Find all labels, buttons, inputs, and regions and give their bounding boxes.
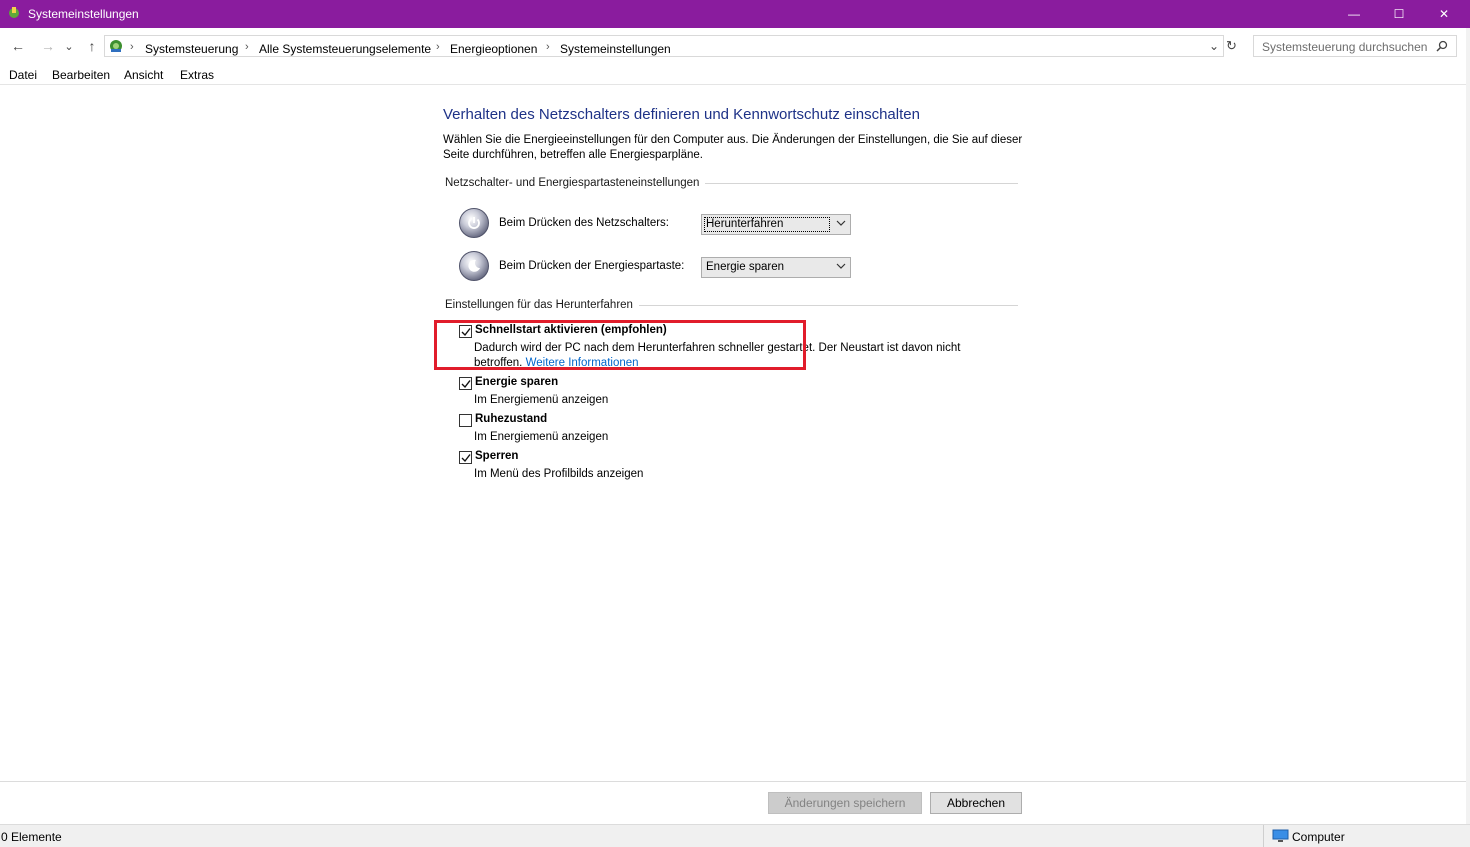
sleep-menu-title[interactable]: Energie sparen — [475, 376, 558, 388]
breadcrumb-separator-icon: › — [245, 41, 249, 53]
breadcrumb-systemsteuerung[interactable]: Systemsteuerung — [145, 42, 238, 56]
sleep-button-action-value: Energie sparen — [706, 261, 784, 273]
status-bar: 0 Elemente Computer — [0, 824, 1470, 847]
forward-arrow-icon: → — [41, 38, 55, 54]
save-changes-button[interactable]: Änderungen speichern — [768, 792, 922, 814]
hibernate-title[interactable]: Ruhezustand — [475, 413, 547, 425]
control-panel-icon — [108, 38, 124, 57]
refresh-icon[interactable]: ↻ — [1226, 38, 1237, 54]
address-bar[interactable]: › Systemsteuerung › Alle Systemsteuerung… — [104, 35, 1224, 57]
item-count: 0 Elemente — [1, 830, 62, 844]
lock-description: Im Menü des Profilbilds anzeigen — [474, 468, 644, 480]
maximize-button[interactable]: ☐ — [1376, 0, 1422, 28]
chevron-down-icon — [836, 218, 846, 231]
close-button[interactable]: ✕ — [1421, 0, 1467, 28]
address-row: ← → ⌄ ↑ › Systemsteuerung › Alle Systems… — [0, 32, 1470, 60]
highlight-box — [434, 320, 806, 370]
group-label-buttons: Netzschalter- und Energiespartasteneinst… — [445, 177, 706, 189]
breadcrumb-separator-icon: › — [546, 41, 550, 53]
breadcrumb-systemeinstellungen[interactable]: Systemeinstellungen — [560, 42, 671, 56]
address-dropdown-icon[interactable]: ⌄ — [1209, 39, 1219, 53]
minimize-button[interactable]: — — [1331, 0, 1377, 28]
breadcrumb-separator-icon: › — [436, 41, 440, 53]
search-icon — [1436, 40, 1448, 55]
forward-button[interactable]: → — [38, 36, 58, 56]
search-placeholder: Systemsteuerung durchsuchen — [1262, 40, 1428, 54]
menu-extras[interactable]: Extras — [180, 68, 214, 82]
power-options-app-icon — [7, 6, 21, 20]
lock-checkbox[interactable] — [459, 451, 472, 464]
power-button-action-select[interactable]: Herunterfahren — [701, 214, 851, 235]
menu-separator — [0, 84, 1470, 85]
power-button-action-value: Herunterfahren — [706, 218, 784, 230]
up-button[interactable]: ↑ — [82, 36, 102, 56]
minimize-icon: — — [1348, 7, 1360, 21]
cancel-button[interactable]: Abbrechen — [930, 792, 1022, 814]
power-button-label: Beim Drücken des Netzschalters: — [499, 217, 670, 229]
back-arrow-icon: ← — [11, 38, 25, 54]
menu-bearbeiten[interactable]: Bearbeiten — [52, 68, 110, 82]
lock-title[interactable]: Sperren — [475, 450, 518, 462]
sleep-menu-checkbox[interactable] — [459, 377, 472, 390]
menu-ansicht[interactable]: Ansicht — [124, 68, 163, 82]
sleep-button-icon — [459, 251, 489, 281]
sleep-button-label: Beim Drücken der Energiespartaste: — [499, 260, 685, 272]
window-title: Systemeinstellungen — [28, 7, 139, 21]
hibernate-description: Im Energiemenü anzeigen — [474, 431, 609, 443]
breadcrumb-separator-icon: › — [130, 41, 134, 53]
power-button-icon — [459, 208, 489, 238]
scrollbar-track[interactable] — [1466, 28, 1470, 824]
computer-icon — [1272, 829, 1289, 846]
sleep-menu-description: Im Energiemenü anzeigen — [474, 394, 609, 406]
close-icon: ✕ — [1438, 7, 1450, 21]
status-divider — [1263, 825, 1264, 847]
checkmark-icon — [461, 454, 471, 463]
chevron-down-icon — [836, 261, 846, 274]
page-description: Wählen Sie die Energieeinstellungen für … — [443, 134, 1023, 161]
search-input[interactable]: Systemsteuerung durchsuchen — [1253, 35, 1457, 57]
checkmark-icon — [461, 380, 471, 389]
menu-datei[interactable]: Datei — [9, 68, 37, 82]
recent-locations-button[interactable]: ⌄ — [62, 36, 76, 56]
maximize-icon: ☐ — [1393, 7, 1405, 21]
breadcrumb-alle-elemente[interactable]: Alle Systemsteuerungselemente — [259, 42, 431, 56]
group-label-shutdown: Einstellungen für das Herunterfahren — [445, 299, 639, 311]
chevron-down-icon: ⌄ — [64, 40, 74, 53]
sleep-button-action-select[interactable]: Energie sparen — [701, 257, 851, 278]
breadcrumb-energieoptionen[interactable]: Energieoptionen — [450, 42, 537, 56]
location-label: Computer — [1292, 830, 1345, 844]
hibernate-checkbox[interactable] — [459, 414, 472, 427]
title-bar[interactable]: Systemeinstellungen — ☐ ✕ — [0, 0, 1470, 28]
footer-separator — [0, 781, 1470, 782]
back-button[interactable]: ← — [8, 36, 28, 56]
page-title: Verhalten des Netzschalters definieren u… — [443, 106, 920, 123]
up-arrow-icon: ↑ — [88, 38, 96, 54]
